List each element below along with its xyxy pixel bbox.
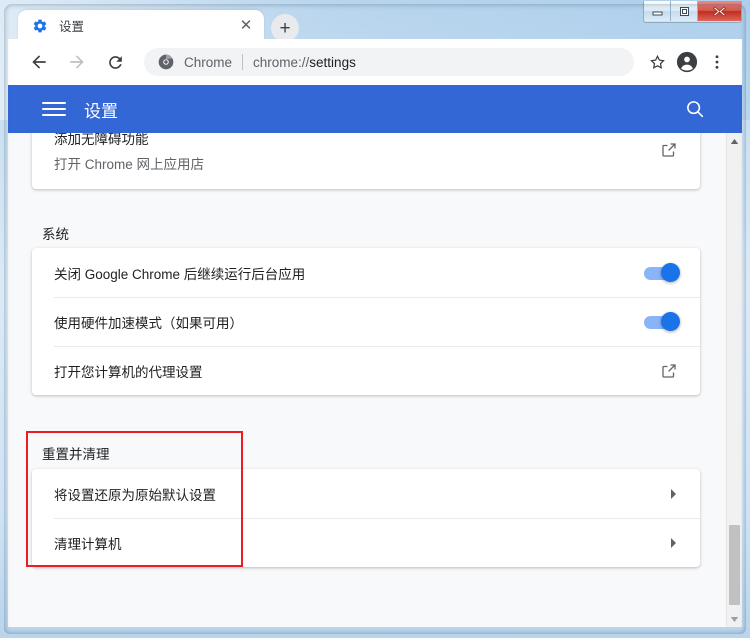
star-icon <box>649 54 665 69</box>
triangle-down-icon <box>730 616 739 622</box>
hamburger-icon[interactable] <box>42 97 66 121</box>
system-section-title: 系统 <box>42 227 69 242</box>
accessibility-card: 添加无障碍功能 打开 Chrome 网上应用店 <box>32 133 700 189</box>
bookmark-button[interactable] <box>642 47 672 77</box>
gear-icon <box>33 19 47 32</box>
omnibox-url-prefix: chrome:// <box>253 54 310 70</box>
toggle-knob <box>661 311 680 331</box>
hamburger-line <box>42 108 66 110</box>
browser-menu-button[interactable] <box>702 47 732 77</box>
reset-card: 将设置还原为原始默认设置 清理计算机 <box>32 469 700 567</box>
new-tab-button[interactable]: + <box>271 14 299 42</box>
back-button[interactable] <box>24 47 54 77</box>
browser-tab-settings[interactable]: 设置 ✕ <box>18 10 264 41</box>
reload-icon <box>108 55 122 69</box>
browser-window: 设置 ✕ + Chrome chrome://settings 设置 添加无障碍… <box>0 0 750 638</box>
row-restore-defaults-label: 将设置还原为原始默认设置 <box>54 487 216 503</box>
hamburger-line <box>42 102 66 104</box>
arrow-left-icon <box>32 55 46 69</box>
reload-button[interactable] <box>100 47 130 77</box>
row-clean-computer[interactable]: 清理计算机 <box>32 518 700 567</box>
minimize-button[interactable] <box>644 1 671 21</box>
row-proxy-settings-label: 打开您计算机的代理设置 <box>54 364 203 380</box>
chrome-logo-icon <box>158 54 174 70</box>
search-icon <box>687 101 704 118</box>
scrollbar-down-button[interactable] <box>727 611 742 627</box>
maximize-icon <box>679 6 689 16</box>
accessibility-row[interactable]: 添加无障碍功能 打开 Chrome 网上应用店 <box>32 133 700 189</box>
omnibox-divider <box>242 54 244 70</box>
open-in-new-icon[interactable] <box>660 362 678 380</box>
profile-button[interactable] <box>672 47 702 77</box>
scrollbar-up-button[interactable] <box>727 133 742 149</box>
arrow-right-icon[interactable] <box>668 536 678 550</box>
forward-button[interactable] <box>62 47 92 77</box>
window-caption-buttons <box>643 1 742 23</box>
search-settings-button[interactable] <box>682 96 708 122</box>
row-hardware-acceleration[interactable]: 使用硬件加速模式（如果可用） <box>32 297 700 346</box>
omnibox-url: chrome://settings <box>253 55 356 70</box>
page-title: 设置 <box>84 101 118 121</box>
address-bar[interactable]: Chrome chrome://settings <box>144 48 634 76</box>
arrow-right-icon[interactable] <box>668 487 678 501</box>
triangle-up-icon <box>730 138 739 144</box>
settings-content-area: 添加无障碍功能 打开 Chrome 网上应用店 系统 关闭 Google Chr… <box>8 133 742 627</box>
maximize-button[interactable] <box>671 1 698 21</box>
arrow-right-icon <box>70 55 84 69</box>
row-restore-defaults[interactable]: 将设置还原为原始默认设置 <box>32 469 700 518</box>
more-vertical-icon <box>715 55 719 69</box>
toggle-background-apps[interactable] <box>644 262 680 282</box>
tab-close-icon[interactable]: ✕ <box>236 16 256 36</box>
accessibility-row-label: 添加无障碍功能 <box>54 133 149 147</box>
close-button[interactable] <box>698 1 741 21</box>
row-hardware-acceleration-label: 使用硬件加速模式（如果可用） <box>54 315 243 331</box>
row-proxy-settings[interactable]: 打开您计算机的代理设置 <box>32 346 700 395</box>
toggle-knob <box>661 262 680 282</box>
system-card: 关闭 Google Chrome 后继续运行后台应用 使用硬件加速模式（如果可用… <box>32 248 700 395</box>
omnibox-scheme-label: Chrome <box>184 54 233 70</box>
account-circle-icon <box>676 51 698 73</box>
toggle-hardware-acceleration[interactable] <box>644 311 680 331</box>
open-in-new-icon[interactable] <box>660 141 678 159</box>
content-scrollbar[interactable] <box>726 133 742 627</box>
accessibility-row-sublabel: 打开 Chrome 网上应用店 <box>54 156 205 172</box>
tab-title: 设置 <box>59 20 85 34</box>
accessibility-row-text: 添加无障碍功能 打开 Chrome 网上应用店 <box>54 133 660 173</box>
row-background-apps-label: 关闭 Google Chrome 后继续运行后台应用 <box>54 266 306 282</box>
minimize-icon <box>652 11 662 16</box>
omnibox-url-path: settings <box>309 54 356 70</box>
settings-header-bar: 设置 <box>8 85 742 133</box>
reset-section-title: 重置并清理 <box>42 447 110 462</box>
row-clean-computer-label: 清理计算机 <box>54 536 122 552</box>
row-background-apps[interactable]: 关闭 Google Chrome 后继续运行后台应用 <box>32 248 700 297</box>
tab-strip: 设置 ✕ + <box>8 2 742 42</box>
hamburger-line <box>42 114 66 116</box>
scrollbar-thumb[interactable] <box>729 525 740 605</box>
close-icon <box>712 6 727 16</box>
browser-toolbar: Chrome chrome://settings <box>8 39 742 85</box>
